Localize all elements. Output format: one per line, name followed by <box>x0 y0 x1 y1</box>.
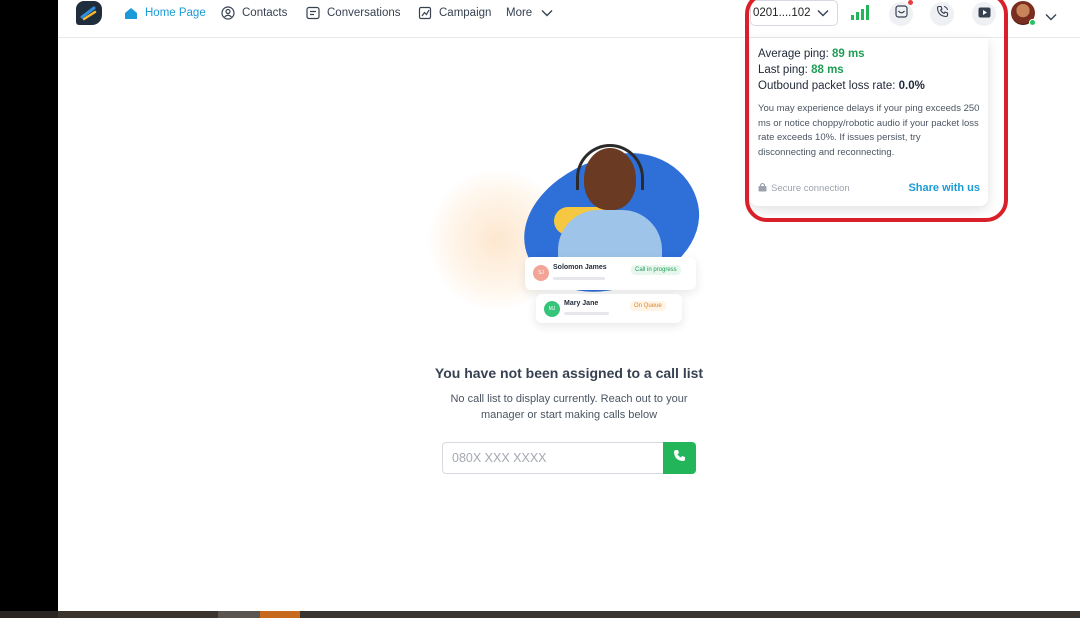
campaign-icon <box>417 6 432 21</box>
signal-bars-icon[interactable] <box>851 4 873 25</box>
online-status-dot <box>1029 19 1036 26</box>
video-icon <box>978 5 991 23</box>
empty-state-subtitle: No call list to display currently. Reach… <box>450 393 688 421</box>
call-card-name: Mary Jane <box>564 300 599 307</box>
phone-button[interactable] <box>930 2 954 26</box>
last-ping-value: 88 ms <box>811 64 844 76</box>
call-status-badge: Call in progress <box>631 265 681 275</box>
nav-contacts[interactable]: Contacts <box>220 4 287 22</box>
phone-icon <box>673 449 686 467</box>
empty-state-title: You have not been assigned to a call lis… <box>434 365 704 381</box>
nav-more[interactable]: More <box>506 4 561 22</box>
avatar: SJ <box>533 265 549 281</box>
call-card-mary: MJ Mary Jane On Queue <box>536 294 682 323</box>
chevron-down-icon[interactable] <box>1045 8 1057 26</box>
average-ping-label: Average ping: <box>758 48 829 60</box>
chevron-down-icon <box>539 6 554 21</box>
packet-loss-row: Outbound packet loss rate: 0.0% <box>758 78 980 94</box>
phone-number-input[interactable] <box>442 442 664 474</box>
chevron-down-icon <box>817 8 829 20</box>
inbox-icon <box>894 5 908 23</box>
phone-number-value: 0201....102 <box>753 7 811 19</box>
packet-loss-value: 0.0% <box>898 80 925 92</box>
network-quality-popover: Average ping: 89 ms Last ping: 88 ms Out… <box>750 38 988 206</box>
empty-state-illustration: SJ Solomon James Call in progress MJ Mar… <box>418 139 718 330</box>
nav-campaign[interactable]: Campaign <box>417 4 491 22</box>
contacts-icon <box>220 6 235 21</box>
nav-contacts-label: Contacts <box>242 7 288 19</box>
top-navigation-bar: Home Page Contacts Conversations Campaig… <box>58 0 1080 38</box>
phone-icon <box>936 5 949 23</box>
average-ping-value: 89 ms <box>831 48 865 60</box>
nav-more-label: More <box>506 7 533 19</box>
share-with-us-link[interactable]: Share with us <box>908 182 980 194</box>
headset-icon <box>576 144 644 190</box>
phone-number-select[interactable]: 0201....102 <box>750 0 838 26</box>
avatar: MJ <box>544 301 560 317</box>
last-ping-row: Last ping: 88 ms <box>758 62 980 78</box>
average-ping-row: Average ping: 89 ms <box>758 46 980 62</box>
avatar[interactable] <box>1011 1 1036 26</box>
queue-status-badge: On Queue <box>630 301 666 311</box>
call-card-name: Solomon James <box>553 264 607 271</box>
nav-conversations-label: Conversations <box>327 7 401 19</box>
nav-home-page-label: Home Page <box>145 7 206 19</box>
placeholder-bar <box>553 277 605 280</box>
lock-icon <box>758 182 767 195</box>
nav-conversations[interactable]: Conversations <box>305 4 401 22</box>
nav-campaign-label: Campaign <box>439 7 492 19</box>
call-card-solomon: SJ Solomon James Call in progress <box>525 257 696 290</box>
app-window: Home Page Contacts Conversations Campaig… <box>58 0 1080 611</box>
video-button[interactable] <box>972 2 996 26</box>
placeholder-bar <box>564 312 609 315</box>
call-button[interactable] <box>663 442 696 474</box>
notification-dot <box>908 0 913 5</box>
taskbar-strip <box>0 611 1080 618</box>
secure-connection: Secure connection <box>758 182 850 195</box>
nav-home-page[interactable]: Home Page <box>123 4 206 22</box>
network-note: You may experience delays if your ping e… <box>758 103 980 158</box>
conversations-icon <box>305 6 320 21</box>
inbox-button[interactable] <box>889 2 913 26</box>
home-icon <box>123 6 138 21</box>
packet-loss-label: Outbound packet loss rate: <box>758 80 896 92</box>
last-ping-label: Last ping: <box>758 64 808 76</box>
secure-connection-label: Secure connection <box>771 183 850 194</box>
app-logo[interactable] <box>76 1 102 25</box>
popover-footer: Secure connection Share with us <box>758 182 980 196</box>
